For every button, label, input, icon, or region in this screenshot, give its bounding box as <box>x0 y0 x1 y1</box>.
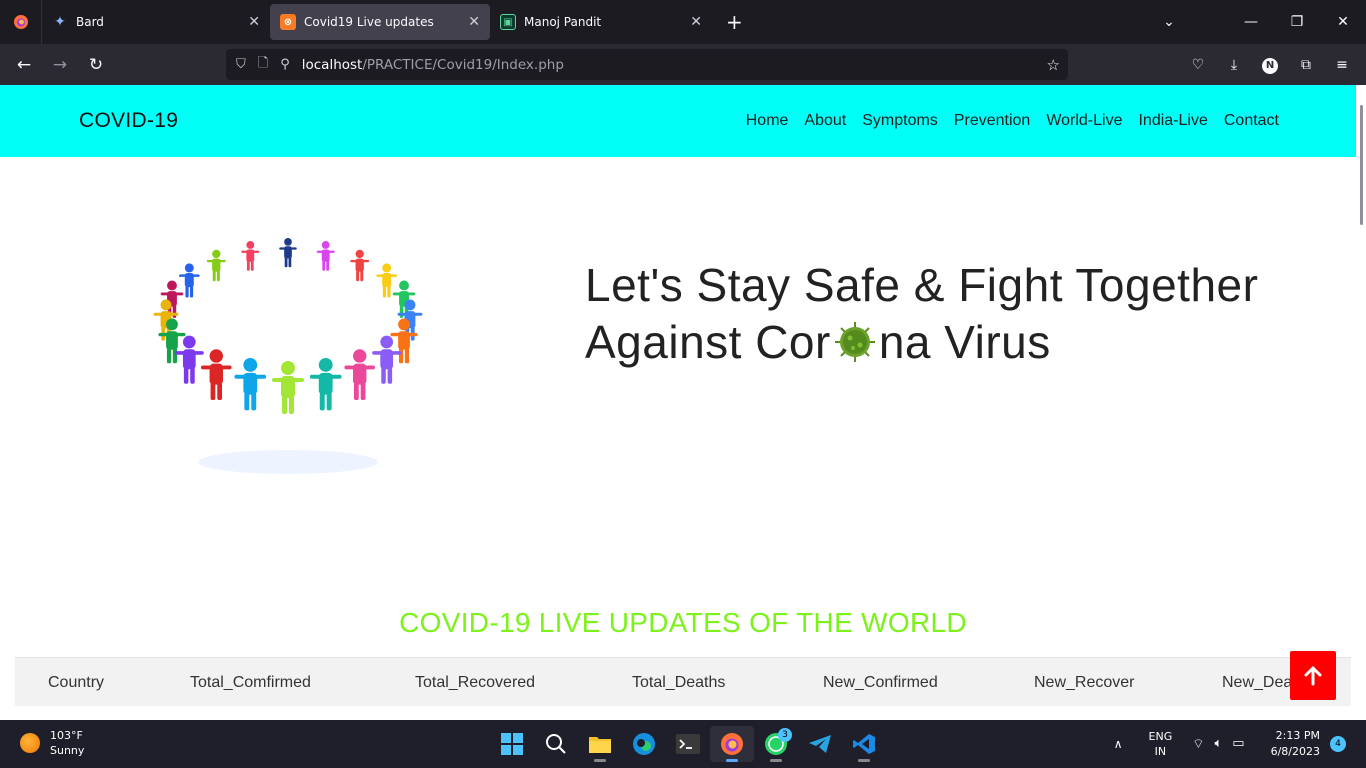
shield-icon[interactable]: ⛉ <box>236 57 246 72</box>
wifi-icon: ⌔ <box>1192 737 1205 752</box>
tab-title: Manoj Pandit <box>524 15 602 29</box>
col-total-confirmed: Total_Comfirmed <box>190 674 311 691</box>
account-icon[interactable]: N <box>1252 56 1288 74</box>
clock-date: 6/8/2023 <box>1270 745 1320 758</box>
site-nav: Home About Symptoms Prevention World-Liv… <box>730 112 1279 130</box>
back-to-top-button[interactable] <box>1290 651 1336 700</box>
close-tab-icon[interactable]: ✕ <box>468 14 480 30</box>
firefox-icon[interactable] <box>0 0 42 44</box>
site-brand[interactable]: COVID-19 <box>79 109 178 133</box>
close-window-icon[interactable]: ✕ <box>1320 14 1366 30</box>
show-hidden-icons[interactable]: ∧ <box>1114 737 1123 751</box>
whatsapp-icon[interactable]: 3 <box>754 726 798 762</box>
weather-temp: 103°F <box>50 729 83 742</box>
hero-section: Let's Stay Safe & Fight Together Against… <box>0 157 1356 557</box>
restore-icon[interactable]: ❐ <box>1274 14 1320 30</box>
sun-icon <box>20 733 40 753</box>
terminal-icon[interactable] <box>666 726 710 762</box>
xampp-icon: ⊗ <box>280 14 296 30</box>
page-scrollbar[interactable] <box>1356 85 1366 720</box>
file-explorer-icon[interactable] <box>578 726 622 762</box>
bookmark-star-icon[interactable]: ☆ <box>1047 56 1060 74</box>
col-total-deaths: Total_Deaths <box>632 674 726 691</box>
scrollbar-thumb[interactable] <box>1360 105 1363 225</box>
hero-line-1: Let's Stay Safe & Fight Together <box>585 259 1259 311</box>
tab-title: Covid19 Live updates <box>304 15 434 29</box>
live-updates-title: COVID-19 LIVE UPDATES OF THE WORLD <box>399 607 967 638</box>
world-table-header: Country Total_Comfirmed Total_Recovered … <box>15 657 1351 706</box>
clock[interactable]: 2:13 PM 6/8/2023 <box>1271 728 1320 760</box>
web-page: COVID-19 Home About Symptoms Prevention … <box>0 85 1356 720</box>
new-tab-icon[interactable]: + <box>726 10 743 34</box>
col-country: Country <box>48 674 105 691</box>
tab-list-chevron-icon[interactable]: ⌄ <box>1146 14 1192 30</box>
tab-manoj-pandit[interactable]: ▣ Manoj Pandit ✕ <box>490 4 712 40</box>
close-tab-icon[interactable]: ✕ <box>248 14 260 30</box>
window-controls: ⌄ — ❐ ✕ <box>1146 0 1366 44</box>
sparkle-icon: ✦ <box>54 14 66 30</box>
battery-icon: ▭ <box>1232 736 1245 751</box>
nav-world-live[interactable]: World-Live <box>1046 112 1122 130</box>
toolbar-icons: ♡ ⤓ N ⧉ ≡ <box>1180 44 1360 85</box>
corona-virus-icon <box>834 321 875 362</box>
browser-tab-strip: ✦ Bard ✕ ⊗ Covid19 Live updates ✕ ▣ Mano… <box>0 0 1366 44</box>
people-circle-illustration <box>153 238 423 474</box>
search-icon[interactable] <box>534 726 578 762</box>
download-icon[interactable]: ⤓ <box>1216 57 1252 73</box>
back-icon[interactable]: ← <box>6 55 42 75</box>
tab-title: Bard <box>76 15 104 29</box>
forward-icon[interactable]: → <box>42 55 78 75</box>
url-path: /PRACTICE/Covid19/Index.php <box>362 56 564 73</box>
browser-toolbar: ← → ↻ ⛉ 🗋 ⚲ localhost/PRACTICE/Covid19/I… <box>0 44 1366 85</box>
address-bar[interactable]: ⛉ 🗋 ⚲ localhost/PRACTICE/Covid19/Index.p… <box>226 49 1068 80</box>
nav-home[interactable]: Home <box>746 112 789 130</box>
url-host: localhost <box>301 56 363 73</box>
close-tab-icon[interactable]: ✕ <box>690 14 702 30</box>
site-header: COVID-19 Home About Symptoms Prevention … <box>0 85 1356 157</box>
taskbar-apps: 3 <box>490 726 886 762</box>
volume-icon: 🔈︎ <box>1214 736 1223 751</box>
hero-heading: Let's Stay Safe & Fight Together Against… <box>585 257 1258 371</box>
weather-widget[interactable]: 103°F Sunny <box>20 728 84 758</box>
firefox-taskbar-icon[interactable] <box>710 726 754 762</box>
hero-line-2: Against Cor na Virus <box>585 316 1051 368</box>
clock-time: 2:13 PM <box>1275 729 1320 742</box>
nav-india-live[interactable]: India-Live <box>1138 112 1207 130</box>
whatsapp-badge: 3 <box>778 728 792 742</box>
notification-badge[interactable]: 4 <box>1330 736 1346 752</box>
col-new-confirmed: New_Confirmed <box>823 674 938 691</box>
page-icon[interactable]: 🗋 <box>258 54 268 76</box>
col-new-recover: New_Recover <box>1034 674 1135 691</box>
nav-prevention[interactable]: Prevention <box>954 112 1031 130</box>
system-tray: ∧ ENG IN ⌔ 🔈︎ ▭ 2:13 PM 6/8/2023 4 <box>1114 720 1366 768</box>
tab-covid19[interactable]: ⊗ Covid19 Live updates ✕ <box>270 4 490 40</box>
taskbar: 103°F Sunny 3 ∧ ENG IN ⌔ 🔈︎ ▭ 2:13 PM 6/… <box>0 720 1366 768</box>
terminal-icon: ▣ <box>500 14 516 30</box>
nav-about[interactable]: About <box>804 112 846 130</box>
weather-condition: Sunny <box>50 744 85 757</box>
reload-icon[interactable]: ↻ <box>78 55 114 75</box>
language-indicator[interactable]: ENG IN <box>1149 729 1173 759</box>
arrow-up-icon <box>1304 666 1322 685</box>
start-icon[interactable] <box>490 726 534 762</box>
permissions-icon[interactable]: ⚲ <box>280 57 290 72</box>
quick-settings[interactable]: ⌔ 🔈︎ ▭ <box>1192 736 1244 752</box>
tab-bard[interactable]: ✦ Bard ✕ <box>42 4 270 40</box>
pocket-icon[interactable]: ♡ <box>1180 57 1216 73</box>
nav-contact[interactable]: Contact <box>1224 112 1279 130</box>
edge-icon[interactable] <box>622 726 666 762</box>
extensions-icon[interactable]: ⧉ <box>1288 57 1324 73</box>
menu-icon[interactable]: ≡ <box>1324 57 1360 73</box>
nav-symptoms[interactable]: Symptoms <box>862 112 938 130</box>
telegram-icon[interactable] <box>798 726 842 762</box>
vscode-icon[interactable] <box>842 726 886 762</box>
col-total-recovered: Total_Recovered <box>415 674 536 691</box>
minimize-icon[interactable]: — <box>1228 14 1274 30</box>
